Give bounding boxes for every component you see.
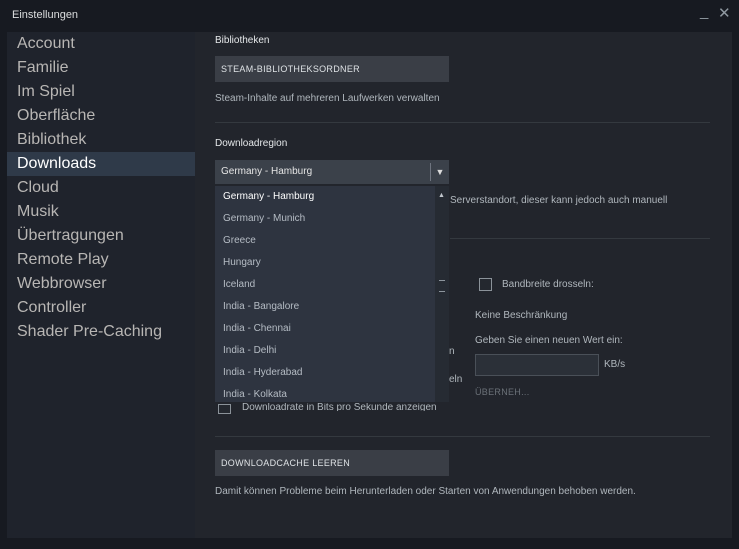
sidebar-item-account[interactable]: Account xyxy=(7,32,195,56)
bits-per-second-checkbox[interactable] xyxy=(218,404,231,414)
bits-per-second-label: Downloadrate in Bits pro Sekunde anzeige… xyxy=(242,403,437,411)
sidebar-item-remote-play[interactable]: Remote Play xyxy=(7,248,195,272)
download-region-selected: Germany - Hamburg xyxy=(221,166,313,177)
region-option[interactable]: India - Chennai xyxy=(215,318,435,340)
limit-bandwidth-label: Bandbreite drosseln: xyxy=(502,279,594,290)
scroll-up-icon[interactable]: ▲ xyxy=(438,192,445,199)
sidebar-item-familie[interactable]: Familie xyxy=(7,56,195,80)
title-bar: Einstellungen _ ✕ xyxy=(0,0,739,30)
region-option[interactable]: Hungary xyxy=(215,252,435,274)
apply-bandwidth-button[interactable]: ÜBERNEH... xyxy=(475,387,530,397)
sidebar-item-oberfläche[interactable]: Oberfläche xyxy=(7,104,195,128)
download-region-heading: Downloadregion xyxy=(215,138,288,149)
region-option[interactable]: Iceland xyxy=(215,274,435,296)
region-option[interactable]: Germany - Hamburg xyxy=(215,186,435,208)
libraries-description: Steam-Inhalte auf mehreren Laufwerken ve… xyxy=(215,93,440,104)
sidebar-item-webbrowser[interactable]: Webbrowser xyxy=(7,272,195,296)
dropdown-scrollbar[interactable]: ▲ xyxy=(435,186,449,402)
limit-bandwidth-checkbox[interactable] xyxy=(479,278,492,291)
region-options-list: Germany - Hamburg Germany - Munich Greece H… xyxy=(215,186,435,402)
downloads-panel: Bibliotheken STEAM-BIBLIOTHEKSORDNER Ste… xyxy=(195,32,732,538)
sidebar-item-cloud[interactable]: Cloud xyxy=(7,176,195,200)
sidebar-item-musik[interactable]: Musik xyxy=(7,200,195,224)
window-title: Einstellungen xyxy=(12,9,79,21)
region-option[interactable]: Germany - Munich xyxy=(215,208,435,230)
sidebar-list: Account Familie Im Spiel Oberfläche Biblioth… xyxy=(7,32,195,344)
sidebar-item-downloads[interactable]: Downloads xyxy=(7,152,195,176)
region-option[interactable]: Greece xyxy=(215,230,435,252)
region-option[interactable]: India - Delhi xyxy=(215,340,435,362)
settings-sidebar: Account Familie Im Spiel Oberfläche Biblioth… xyxy=(7,32,195,538)
divider xyxy=(215,122,710,123)
download-region-dropdown: Germany - Hamburg Germany - Munich Greece H… xyxy=(215,186,449,402)
chevron-down-icon[interactable]: ▼ xyxy=(430,163,449,181)
minimize-icon[interactable]: _ xyxy=(700,3,708,21)
hidden-option-fragment: n xyxy=(449,346,455,357)
download-region-select[interactable]: Germany - Hamburg ▼ xyxy=(215,160,449,184)
sidebar-item-bibliothek[interactable]: Bibliothek xyxy=(7,128,195,152)
bandwidth-status: Keine Beschränkung xyxy=(475,310,568,321)
sidebar-item-im-spiel[interactable]: Im Spiel xyxy=(7,80,195,104)
region-description: Serverstandort, dieser kann jedoch auch … xyxy=(450,195,668,206)
region-option[interactable]: India - Bangalore xyxy=(215,296,435,318)
sidebar-item-übertragungen[interactable]: Übertragungen xyxy=(7,224,195,248)
region-option[interactable]: India - Hyderabad xyxy=(215,362,435,384)
bandwidth-unit: KB/s xyxy=(604,359,626,370)
clear-download-cache-button[interactable]: DOWNLOADCACHE LEEREN xyxy=(215,450,449,476)
sidebar-item-shader-pre-caching[interactable]: Shader Pre-Caching xyxy=(7,320,195,344)
libraries-heading: Bibliotheken xyxy=(215,35,270,46)
divider xyxy=(450,238,710,239)
close-icon[interactable]: ✕ xyxy=(718,5,731,23)
region-option[interactable]: India - Kolkata xyxy=(215,384,435,402)
divider xyxy=(215,436,710,437)
hidden-option-fragment: eln xyxy=(449,374,463,385)
cache-description: Damit können Probleme beim Herunterladen… xyxy=(215,486,636,497)
library-folders-button[interactable]: STEAM-BIBLIOTHEKSORDNER xyxy=(215,56,449,82)
bandwidth-input[interactable] xyxy=(475,354,599,376)
sidebar-item-controller[interactable]: Controller xyxy=(7,296,195,320)
bandwidth-prompt: Geben Sie einen neuen Wert ein: xyxy=(475,335,623,346)
scrollbar-thumb[interactable] xyxy=(439,280,445,292)
